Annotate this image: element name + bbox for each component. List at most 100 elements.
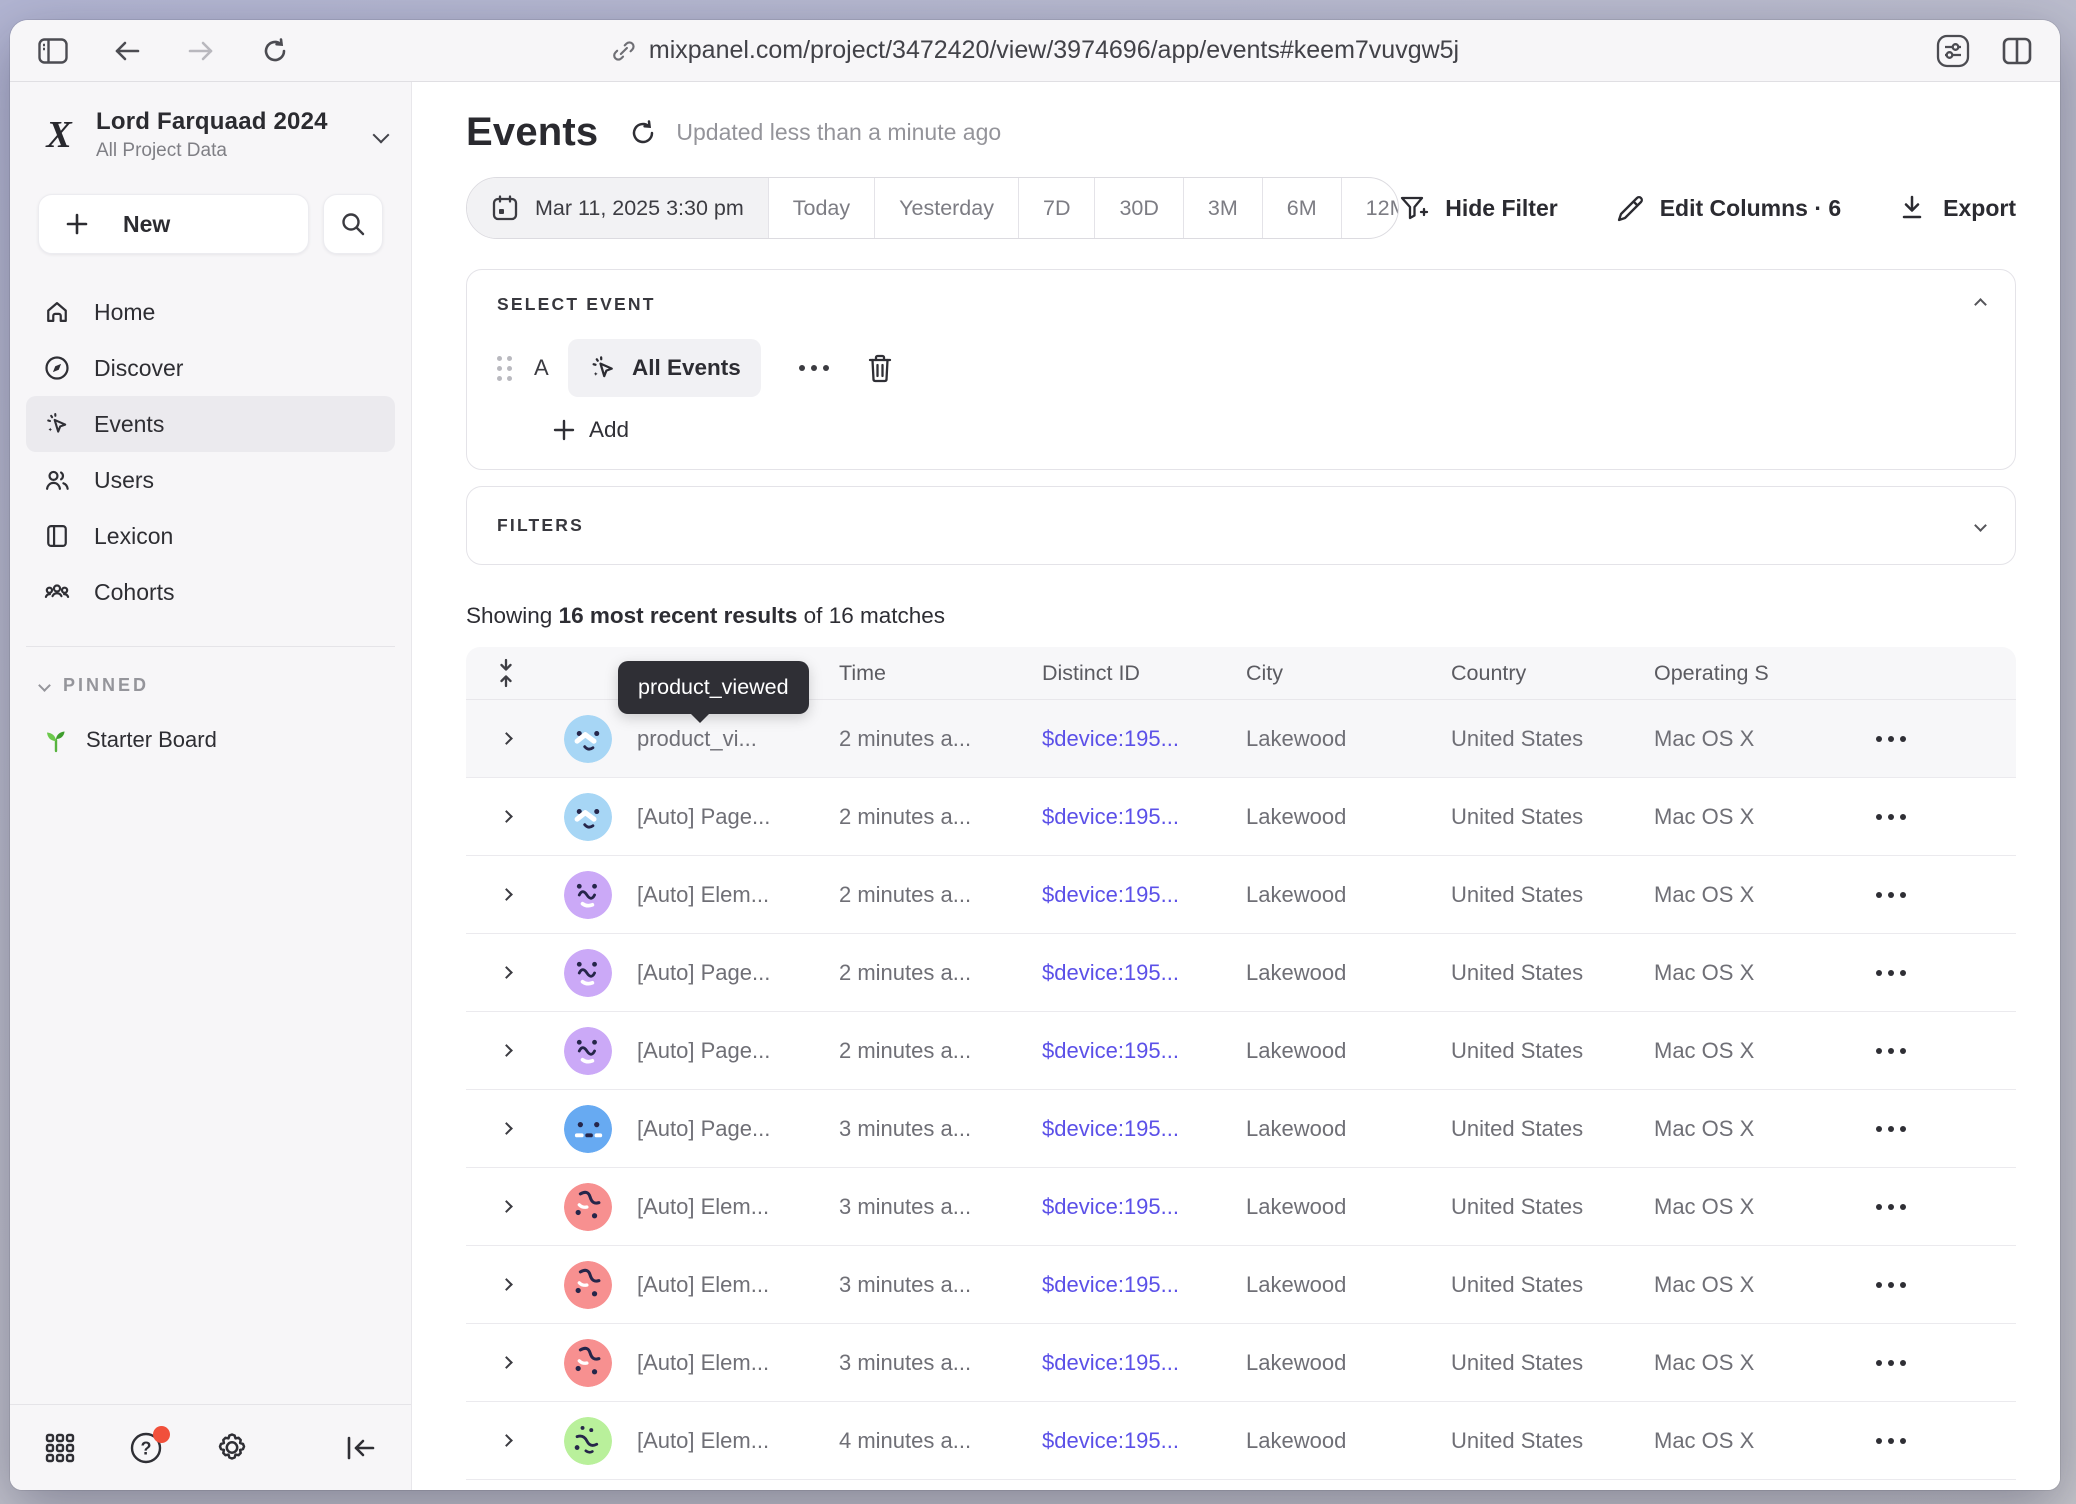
chevron-down-icon [373,127,390,144]
preset-7d[interactable]: 7D [1018,178,1094,238]
sidebar: X Lord Farquaad 2024 All Project Data Ne… [10,82,412,1490]
back-button[interactable] [110,34,144,68]
preset-6m[interactable]: 6M [1262,178,1341,238]
row-more-options-icon[interactable] [1860,1126,2016,1132]
expand-row-icon[interactable] [466,890,546,899]
edit-columns-label: Edit Columns · 6 [1660,195,1841,222]
export-button[interactable]: Export [1897,193,2016,223]
event-more-options-icon[interactable] [789,355,839,381]
new-button[interactable]: New [38,194,309,254]
row-more-options-icon[interactable] [1860,1282,2016,1288]
url-bar[interactable]: mixpanel.com/project/3472420/view/397469… [611,20,1459,81]
preset-12m[interactable]: 12M [1341,178,1400,238]
preset-today[interactable]: Today [768,178,874,238]
pinned-item-label: Starter Board [86,727,217,753]
col-distinct-id[interactable]: Distinct ID [1042,661,1246,686]
distinct-id-link[interactable]: $device:195... [1042,1116,1246,1142]
event-name-cell: product_vi... [637,726,839,752]
sidebar-item-home[interactable]: Home [26,284,395,340]
distinct-id-link[interactable]: $device:195... [1042,1272,1246,1298]
city-cell: Lakewood [1246,1428,1451,1454]
sidebar-item-lexicon[interactable]: Lexicon [26,508,395,564]
row-more-options-icon[interactable] [1860,892,2016,898]
row-more-options-icon[interactable] [1860,1438,2016,1444]
distinct-id-link[interactable]: $device:195... [1042,804,1246,830]
col-country[interactable]: Country [1451,661,1654,686]
event-chip-label: All Events [632,355,741,381]
sidebar-item-users[interactable]: Users [26,452,395,508]
filters-title: FILTERS [497,515,584,536]
expand-panel-icon[interactable] [1974,519,1987,532]
time-cell: 4 minutes a... [839,1428,1042,1454]
os-cell: Mac OS X [1654,726,1860,752]
date-picker[interactable]: Mar 11, 2025 3:30 pm [467,178,768,238]
refresh-icon[interactable] [626,116,660,150]
expand-row-icon[interactable] [466,1046,546,1055]
date-value: Mar 11, 2025 3:30 pm [535,196,744,221]
event-name-tooltip: product_viewed [618,661,809,714]
hide-filter-button[interactable]: Hide Filter [1399,193,1557,223]
project-switcher[interactable]: X Lord Farquaad 2024 All Project Data [38,108,387,162]
preset-yesterday[interactable]: Yesterday [874,178,1018,238]
expand-row-icon[interactable] [466,968,546,977]
row-more-options-icon[interactable] [1860,970,2016,976]
settings-gear-icon[interactable] [212,1428,252,1468]
drag-handle-icon[interactable] [497,356,512,381]
sidebar-toggle-icon[interactable] [36,34,70,68]
select-event-title: SELECT EVENT [497,294,656,315]
row-more-options-icon[interactable] [1860,1048,2016,1054]
compass-icon [42,353,72,383]
os-cell: Mac OS X [1654,1116,1860,1142]
collapse-sidebar-icon[interactable] [341,1428,381,1468]
event-selector-chip[interactable]: All Events [568,339,761,397]
distinct-id-link[interactable]: $device:195... [1042,1038,1246,1064]
col-operating-system[interactable]: Operating S [1654,661,1860,686]
apps-grid-icon[interactable] [40,1428,80,1468]
help-icon[interactable]: ? [126,1428,166,1468]
distinct-id-link[interactable]: $device:195... [1042,1194,1246,1220]
sidebar-item-events[interactable]: Events [26,396,395,452]
sidebar-item-discover[interactable]: Discover [26,340,395,396]
distinct-id-link[interactable]: $device:195... [1042,882,1246,908]
pinned-section-header[interactable]: PINNED [40,675,411,696]
seedling-icon [42,726,70,754]
city-cell: Lakewood [1246,1350,1451,1376]
svg-text:X: X [45,114,73,156]
trash-icon[interactable] [861,349,899,387]
sidebar-item-starter-board[interactable]: Starter Board [26,714,395,766]
distinct-id-link[interactable]: $device:195... [1042,1428,1246,1454]
col-city[interactable]: City [1246,661,1451,686]
preset-30d[interactable]: 30D [1094,178,1182,238]
col-time[interactable]: Time [839,661,1042,686]
row-more-options-icon[interactable] [1860,1204,2016,1210]
event-avatar [546,1027,637,1075]
expand-row-icon[interactable] [466,1358,546,1367]
distinct-id-link[interactable]: $device:195... [1042,1350,1246,1376]
search-button[interactable] [323,194,383,254]
row-more-options-icon[interactable] [1860,736,2016,742]
split-view-icon[interactable] [2000,34,2034,68]
add-event-button[interactable]: Add [553,417,1985,443]
row-more-options-icon[interactable] [1860,1360,2016,1366]
expand-row-icon[interactable] [466,1202,546,1211]
distinct-id-link[interactable]: $device:195... [1042,726,1246,752]
expand-all-icon[interactable] [466,658,546,688]
expand-row-icon[interactable] [466,1280,546,1289]
sidebar-item-label: Home [94,299,155,326]
expand-row-icon[interactable] [466,734,546,743]
reload-button[interactable] [258,34,292,68]
row-more-options-icon[interactable] [1860,814,2016,820]
sidebar-item-cohorts[interactable]: Cohorts [26,564,395,620]
expand-row-icon[interactable] [466,1124,546,1133]
expand-row-icon[interactable] [466,1436,546,1445]
add-label: Add [589,417,629,443]
edit-columns-button[interactable]: Edit Columns · 6 [1614,193,1841,223]
event-name-cell: [Auto] Page... [637,960,839,986]
page-settings-icon[interactable] [1936,34,1970,68]
city-cell: Lakewood [1246,1116,1451,1142]
expand-row-icon[interactable] [466,812,546,821]
preset-3m[interactable]: 3M [1183,178,1262,238]
distinct-id-link[interactable]: $device:195... [1042,960,1246,986]
forward-button[interactable] [184,34,218,68]
collapse-panel-icon[interactable] [1974,298,1987,311]
